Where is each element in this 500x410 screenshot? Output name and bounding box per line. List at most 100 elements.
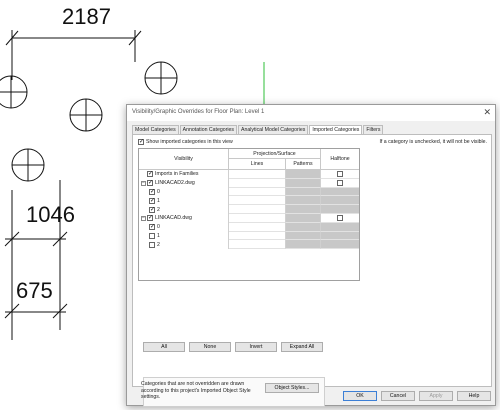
categories-table: Visibility Projection/Surface Lines Patt… <box>138 148 360 281</box>
table-row[interactable]: Imports in Families <box>139 170 359 179</box>
close-icon[interactable]: ✕ <box>483 107 491 118</box>
table-row[interactable]: 1 <box>139 231 359 241</box>
patterns-override-cell <box>286 196 321 206</box>
lines-override-cell[interactable] <box>229 170 286 179</box>
visibility-checkbox[interactable] <box>147 179 153 187</box>
patterns-override-cell <box>286 240 321 250</box>
header-visibility[interactable]: Visibility <box>139 149 229 170</box>
visibility-cell: 1 <box>139 196 229 206</box>
category-label: LINKACAD2.dwg <box>155 180 195 187</box>
visibility-cell: 2 <box>139 240 229 250</box>
category-label: 1 <box>157 232 160 239</box>
visibility-checkbox[interactable] <box>149 223 155 231</box>
visibility-checkbox[interactable] <box>149 188 155 196</box>
show-imported-row[interactable]: Show imported categories in this view <box>138 138 233 146</box>
halftone-checkbox[interactable] <box>337 170 343 177</box>
cancel-button[interactable]: Cancel <box>381 391 415 401</box>
dialog-titlebar[interactable]: Visibility/Graphic Overrides for Floor P… <box>127 105 495 121</box>
tab-model-categories[interactable]: Model Categories <box>132 125 179 134</box>
halftone-cell[interactable] <box>321 179 359 188</box>
visibility-checkbox[interactable] <box>147 170 153 178</box>
dimension-label: 675 <box>16 278 53 303</box>
category-label: Imports in Families <box>155 171 199 178</box>
category-label: 2 <box>157 241 160 248</box>
visibility-checkbox[interactable] <box>149 232 155 239</box>
visibility-cell: Imports in Families <box>139 170 229 179</box>
visibility-hint: If a category is unchecked, it will not … <box>379 139 487 145</box>
tab-strip: Model Categories Annotation Categories A… <box>132 125 384 134</box>
header-projection-surface: Projection/Surface <box>229 149 321 159</box>
visibility-cell: − LINKACAD2.dwg <box>139 178 229 188</box>
expand-all-button[interactable]: Expand All <box>281 342 323 352</box>
halftone-checkbox[interactable] <box>337 179 343 186</box>
patterns-override-cell <box>286 214 321 223</box>
patterns-override-cell <box>286 205 321 214</box>
none-button[interactable]: None <box>189 342 231 352</box>
patterns-override-cell <box>286 222 321 232</box>
category-label: LINKACAD.dwg <box>155 215 192 222</box>
halftone-cell <box>321 231 359 241</box>
visibility-checkbox[interactable] <box>149 206 155 214</box>
tab-filters[interactable]: Filters <box>363 125 384 134</box>
lines-override-cell[interactable] <box>229 231 286 241</box>
table-row[interactable]: 2 <box>139 205 359 214</box>
ok-button[interactable]: OK <box>343 391 377 401</box>
halftone-cell <box>321 196 359 206</box>
table-row[interactable]: 1 <box>139 196 359 206</box>
patterns-override-cell <box>286 231 321 241</box>
dialog-title: Visibility/Graphic Overrides for Floor P… <box>132 109 265 115</box>
category-label: 2 <box>157 206 160 213</box>
imported-categories-panel: Show imported categories in this view If… <box>132 134 492 407</box>
lines-override-cell[interactable] <box>229 222 286 232</box>
visibility-graphics-dialog: Visibility/Graphic Overrides for Floor P… <box>126 104 496 407</box>
invert-button[interactable]: Invert <box>235 342 277 352</box>
halftone-cell[interactable] <box>321 214 359 223</box>
halftone-cell <box>321 187 359 197</box>
object-styles-button[interactable]: Object Styles... <box>265 383 319 393</box>
lines-override-cell[interactable] <box>229 178 286 188</box>
visibility-checkbox[interactable] <box>149 241 155 248</box>
tab-imported-categories[interactable]: Imported Categories <box>309 125 363 134</box>
visibility-checkbox[interactable] <box>149 197 155 205</box>
lines-override-cell[interactable] <box>229 214 286 223</box>
tab-annotation-categories[interactable]: Annotation Categories <box>179 125 238 134</box>
table-row[interactable]: − LINKACAD.dwg <box>139 214 359 223</box>
visibility-cell: 0 <box>139 222 229 232</box>
lines-override-cell[interactable] <box>229 205 286 214</box>
visibility-cell: − LINKACAD.dwg <box>139 214 229 223</box>
table-row[interactable]: 2 <box>139 240 359 250</box>
category-label: 1 <box>157 197 160 204</box>
halftone-cell <box>321 222 359 232</box>
visibility-cell: 2 <box>139 205 229 214</box>
collapse-icon[interactable]: − <box>141 215 146 221</box>
apply-button[interactable]: Apply <box>419 391 453 401</box>
all-button[interactable]: All <box>143 342 185 352</box>
dimension-label: 1046 <box>26 202 75 227</box>
halftone-checkbox[interactable] <box>337 214 343 221</box>
lines-override-cell[interactable] <box>229 187 286 197</box>
help-button[interactable]: Help <box>457 391 491 401</box>
show-imported-checkbox[interactable] <box>138 138 144 146</box>
halftone-cell[interactable] <box>321 170 359 179</box>
lines-override-cell[interactable] <box>229 240 286 250</box>
dimension-label: 2187 <box>62 4 111 29</box>
object-style-info-text: Categories that are not overridden are d… <box>141 381 251 400</box>
visibility-cell: 1 <box>139 231 229 241</box>
visibility-cell: 0 <box>139 187 229 197</box>
header-patterns: Patterns <box>286 159 321 170</box>
table-row[interactable]: − LINKACAD2.dwg <box>139 178 359 188</box>
patterns-override-cell <box>286 178 321 188</box>
header-halftone: Halftone <box>321 149 359 170</box>
show-imported-label: Show imported categories in this view <box>146 139 233 145</box>
collapse-icon[interactable]: − <box>141 180 146 186</box>
tab-analytical-model-categories[interactable]: Analytical Model Categories <box>238 125 309 134</box>
category-label: 0 <box>157 224 160 231</box>
patterns-override-cell <box>286 170 321 179</box>
halftone-cell <box>321 240 359 250</box>
table-row[interactable]: 0 <box>139 222 359 232</box>
category-label: 0 <box>157 188 160 195</box>
table-row[interactable]: 0 <box>139 187 359 197</box>
lines-override-cell[interactable] <box>229 196 286 206</box>
visibility-checkbox[interactable] <box>147 214 153 222</box>
halftone-cell <box>321 205 359 214</box>
